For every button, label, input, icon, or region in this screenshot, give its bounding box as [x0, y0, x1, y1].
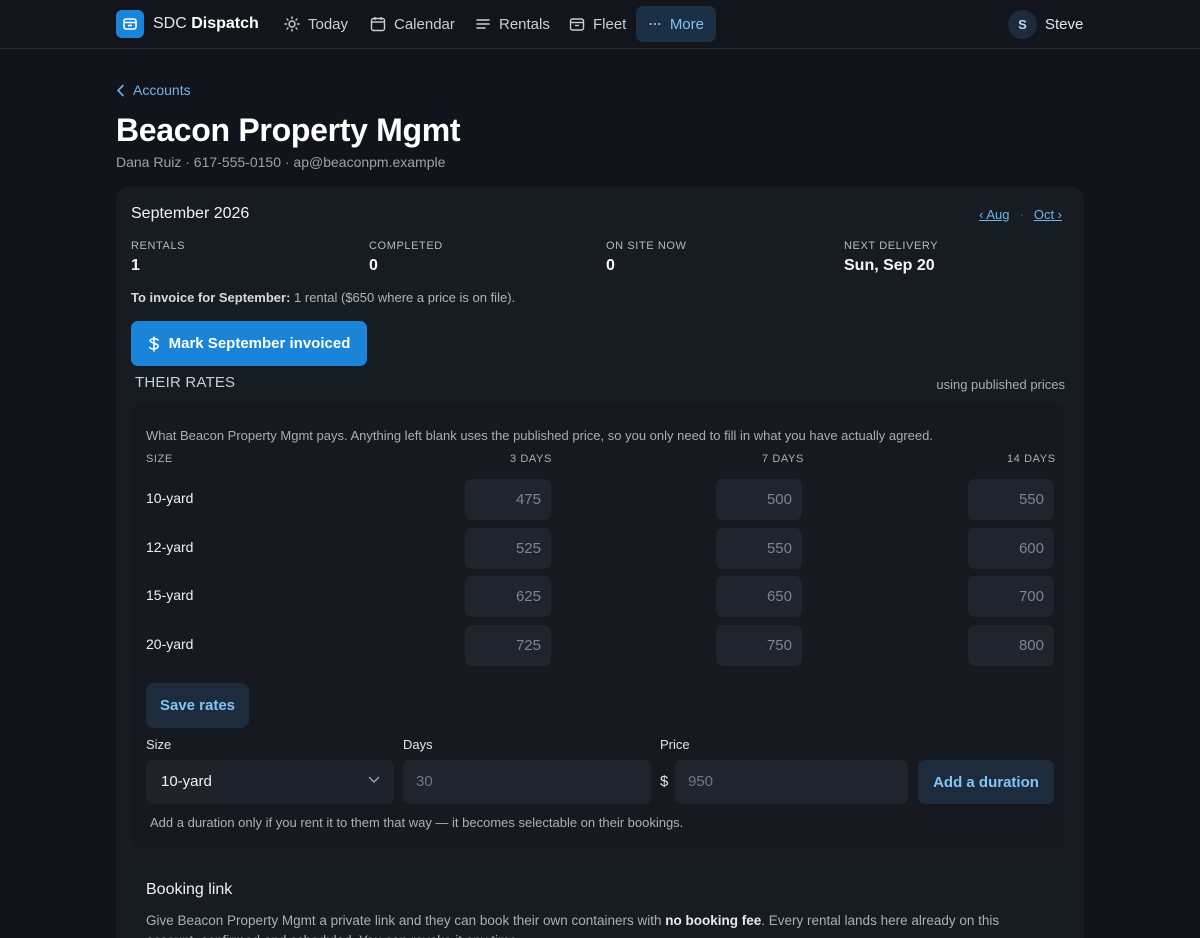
rate-input-20-3d[interactable]: 725 [465, 625, 551, 666]
page-title: Beacon Property Mgmt [116, 112, 461, 148]
rate-input-10-14d[interactable]: 550 [968, 479, 1054, 520]
invoice-note: To invoice for September: 1 rental ($650… [131, 290, 515, 305]
rate-input-15-7d[interactable]: 650 [716, 576, 802, 617]
rate-input-20-7d[interactable]: 750 [716, 625, 802, 666]
next-month-link[interactable]: Oct › [1034, 207, 1062, 222]
size-select-value: 10-yard [161, 773, 212, 790]
user-menu[interactable]: S Steve [1008, 10, 1083, 39]
brand-name-light: SDC [153, 15, 187, 32]
brand-name: SDC Dispatch [153, 15, 259, 33]
month-label: September 2026 [131, 205, 250, 222]
chevron-left-icon [117, 84, 124, 96]
dollar-icon [148, 336, 159, 351]
nav-calendar[interactable]: Calendar [358, 6, 467, 42]
stat-rentals: RENTALS 1 [131, 240, 185, 275]
nav-rentals[interactable]: Rentals [463, 6, 562, 42]
size-label: 15-yard [146, 587, 194, 603]
nav-today[interactable]: Today [272, 6, 360, 42]
stat-label: ON SITE NOW [606, 240, 687, 252]
rate-input-12-14d[interactable]: 600 [968, 528, 1054, 569]
stat-value: 0 [606, 257, 615, 274]
stat-value: 0 [369, 257, 378, 274]
stat-value: 1 [131, 257, 140, 274]
price-field-label: Price [660, 737, 690, 752]
mark-invoiced-label: Mark September invoiced [168, 335, 351, 352]
booking-link-title: Booking link [146, 881, 233, 898]
rate-input-20-14d[interactable]: 800 [968, 625, 1054, 666]
avatar: S [1008, 10, 1037, 39]
nav-fleet-label: Fleet [593, 15, 627, 33]
rates-description: What Beacon Property Mgmt pays. Anything… [146, 428, 933, 443]
col-7-days: 7 DAYS [762, 453, 804, 465]
rates-section-title: THEIR RATES [135, 374, 236, 391]
brand-name-bold: Dispatch [191, 15, 259, 32]
duration-note: Add a duration only if you rent it to th… [150, 815, 684, 830]
container-icon [569, 18, 585, 31]
rates-panel: What Beacon Property Mgmt pays. Anything… [131, 403, 1065, 849]
rate-input-15-14d[interactable]: 700 [968, 576, 1054, 617]
stat-on-site: ON SITE NOW 0 [606, 240, 687, 275]
booking-text-bold: no booking fee [665, 913, 762, 928]
currency-symbol: $ [660, 773, 669, 790]
nav-more-label: More [669, 15, 704, 33]
month-nav-separator: · [1019, 207, 1024, 222]
invoice-note-bold: To invoice for September: [131, 290, 291, 305]
days-input[interactable]: 30 [403, 760, 651, 804]
top-nav: SDC Dispatch Today Calendar Rentals Flee… [0, 0, 1200, 49]
nav-fleet[interactable]: Fleet [557, 6, 638, 42]
nav-more[interactable]: More [636, 6, 716, 42]
dispatch-logo-icon [116, 10, 144, 38]
prev-month-link[interactable]: ‹ Aug [979, 207, 1009, 222]
rates-status: using published prices [936, 377, 1065, 392]
month-nav: ‹ Aug · Oct › [979, 207, 1062, 222]
back-link-label: Accounts [133, 82, 191, 98]
invoice-note-text: 1 rental ($650 where a price is on file)… [290, 290, 516, 305]
rate-input-12-3d[interactable]: 525 [465, 528, 551, 569]
stat-completed: COMPLETED 0 [369, 240, 443, 275]
col-size: SIZE [146, 453, 173, 465]
col-3-days: 3 DAYS [510, 453, 552, 465]
save-rates-button[interactable]: Save rates [146, 683, 249, 728]
account-contact: Dana Ruiz · 617-555-0150 · ap@beaconpm.e… [116, 154, 446, 170]
chevron-down-icon [368, 776, 380, 783]
stat-label: NEXT DELIVERY [844, 240, 939, 252]
list-icon [476, 19, 490, 29]
nav-rentals-label: Rentals [499, 15, 550, 33]
add-duration-button[interactable]: Add a duration [918, 760, 1054, 804]
rate-input-10-3d[interactable]: 475 [465, 479, 551, 520]
price-input[interactable]: 950 [675, 760, 908, 804]
size-label: 12-yard [146, 539, 194, 555]
rate-input-15-3d[interactable]: 625 [465, 576, 551, 617]
size-label: 20-yard [146, 636, 194, 652]
more-dots-icon [649, 22, 661, 26]
rate-input-12-7d[interactable]: 550 [716, 528, 802, 569]
stat-next-delivery: NEXT DELIVERY Sun, Sep 20 [844, 240, 938, 275]
sun-icon [284, 16, 300, 32]
account-card: September 2026 ‹ Aug · Oct › RENTALS 1 C… [116, 187, 1084, 938]
back-to-accounts-link[interactable]: Accounts [116, 82, 191, 98]
stat-label: RENTALS [131, 240, 186, 252]
brand[interactable]: SDC Dispatch [116, 10, 259, 38]
size-label: 10-yard [146, 490, 194, 506]
stat-value: Sun, Sep 20 [844, 257, 935, 274]
mark-invoiced-button[interactable]: Mark September invoiced [131, 321, 367, 366]
col-14-days: 14 DAYS [1007, 453, 1056, 465]
rate-input-10-7d[interactable]: 500 [716, 479, 802, 520]
size-select[interactable]: 10-yard [146, 760, 394, 804]
user-name: Steve [1045, 16, 1084, 33]
nav-calendar-label: Calendar [394, 15, 455, 33]
nav-today-label: Today [308, 15, 349, 33]
booking-text-start: Give Beacon Property Mgmt a private link… [146, 913, 666, 928]
size-field-label: Size [146, 737, 172, 752]
days-field-label: Days [403, 737, 433, 752]
booking-link-description: Give Beacon Property Mgmt a private link… [146, 911, 1046, 938]
stat-label: COMPLETED [369, 240, 443, 252]
calendar-icon [370, 17, 386, 32]
